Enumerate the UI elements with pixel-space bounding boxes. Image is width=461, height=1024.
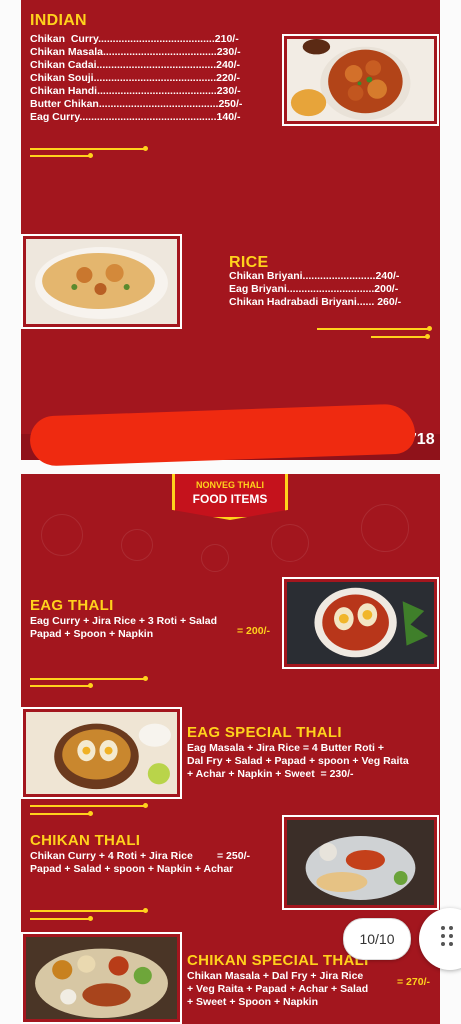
menu-page-indian-rice: INDIAN Chikan Curry.....................… xyxy=(21,0,440,460)
chikan-thali-desc-line: Chikan Curry + 4 Roti + Jira Rice xyxy=(30,850,193,862)
chikan-special-desc-line: Chikan Masala + Dal Fry + Jira Rice xyxy=(187,970,364,982)
page-counter: 10/10 xyxy=(343,918,411,960)
badge-subtitle: NONVEG THALI xyxy=(195,480,264,490)
menu-item: Chikan Masala...........................… xyxy=(30,46,241,58)
chikan-thali-price: = 250/- xyxy=(217,850,250,862)
menu-item: Chikan Hadrabadi Briyani...... 260/- xyxy=(229,296,402,308)
chikan-thali-desc-line: Papad + Salad + spoon + Napkin + Achar xyxy=(30,863,234,875)
menu-item: Eag Briyani.............................… xyxy=(229,283,399,295)
food-doodle xyxy=(201,544,229,572)
menu-item: Butter Chikan...........................… xyxy=(30,98,243,110)
divider-line xyxy=(30,803,148,808)
eag-thali-desc-line: Papad + Spoon + Napkin xyxy=(30,628,154,640)
chikan-special-thali-title: CHIKAN SPECIAL THALI xyxy=(187,952,369,969)
eag-thali-price: = 200/- xyxy=(237,625,270,637)
divider-line xyxy=(30,916,93,921)
menu-item: Chikan Briyani.........................2… xyxy=(229,270,400,282)
divider-line xyxy=(30,908,148,913)
divider-line xyxy=(371,334,430,339)
chikan-special-price: = 270/- xyxy=(397,976,430,988)
indian-section-title: INDIAN xyxy=(30,12,87,29)
chicken-thali-photo xyxy=(282,815,439,910)
chikan-thali-title: CHIKAN THALI xyxy=(30,832,141,849)
menu-item: Chikan Curry............................… xyxy=(30,33,239,45)
food-doodle xyxy=(41,514,83,556)
food-doodle xyxy=(121,529,153,561)
badge-title: FOOD ITEMS xyxy=(192,492,268,506)
chicken-curry-photo xyxy=(282,34,439,126)
menu-item: Chikan Handi............................… xyxy=(30,85,241,97)
chikan-special-desc-line: + Veg Raita + Papad + Achar + Salad xyxy=(187,983,369,995)
egg-special-thali-photo xyxy=(21,707,182,799)
eag-special-thali-title: EAG SPECIAL THALI xyxy=(187,724,342,741)
eag-thali-title: EAG THALI xyxy=(30,597,114,614)
chicken-special-thali-photo xyxy=(21,932,182,1024)
divider-line xyxy=(30,811,93,816)
menu-item: Chikan Souji............................… xyxy=(30,72,241,84)
egg-curry-photo xyxy=(282,577,439,669)
divider-line xyxy=(30,146,148,151)
eag-thali-desc-line: Eag Curry + Jira Rice + 3 Roti + Salad xyxy=(30,615,218,627)
grid-dots-icon xyxy=(441,926,461,952)
eag-special-desc-line: Eag Masala + Jira Rice = 4 Butter Roti + xyxy=(187,742,384,754)
divider-line xyxy=(30,683,93,688)
divider-line xyxy=(30,676,148,681)
chikan-special-desc-line: + Sweet + Spoon + Napkin xyxy=(187,996,318,1008)
eag-special-desc-line: Dal Fry + Salad + Papad + spoon + Veg Ra… xyxy=(187,755,409,767)
food-items-badge: NONVEG THALI FOOD ITEMS xyxy=(172,474,288,520)
biryani-photo xyxy=(21,234,182,329)
divider-line xyxy=(317,326,432,331)
eag-special-desc-line: + Achar + Napkin + Sweet = 230/- xyxy=(187,768,354,780)
divider-line xyxy=(30,153,93,158)
menu-item: Chikan Cadai............................… xyxy=(30,59,241,71)
food-doodle xyxy=(361,504,409,552)
food-doodle xyxy=(271,524,309,562)
menu-item: Eag Curry...............................… xyxy=(30,111,241,123)
